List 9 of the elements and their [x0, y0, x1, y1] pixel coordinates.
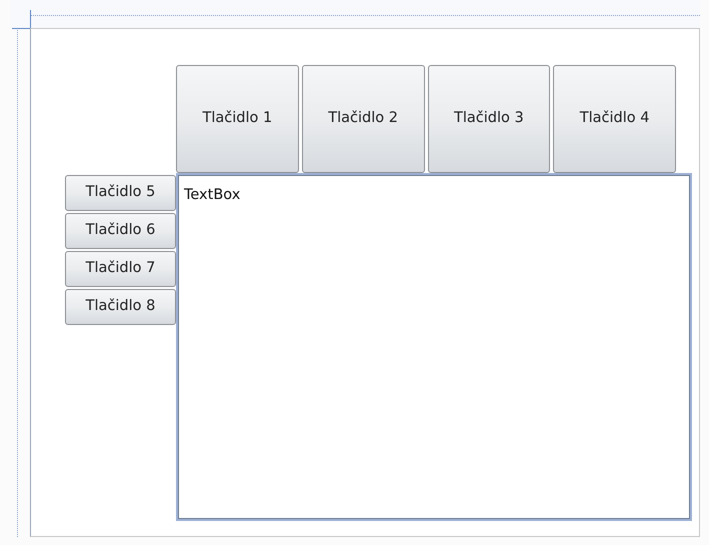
push-button[interactable]: Tlačidlo 5 — [65, 175, 176, 211]
push-button[interactable]: Tlačidlo 6 — [65, 213, 176, 249]
push-button[interactable]: Tlačidlo 7 — [65, 251, 176, 287]
push-button[interactable]: Tlačidlo 4 — [553, 65, 676, 173]
push-button[interactable]: Tlačidlo 8 — [65, 289, 176, 325]
push-button[interactable]: Tlačidlo 3 — [428, 65, 550, 173]
push-button[interactable]: Tlačidlo 1 — [176, 65, 299, 173]
text-box[interactable]: TextBox — [176, 173, 692, 521]
push-button[interactable]: Tlačidlo 2 — [302, 65, 424, 173]
